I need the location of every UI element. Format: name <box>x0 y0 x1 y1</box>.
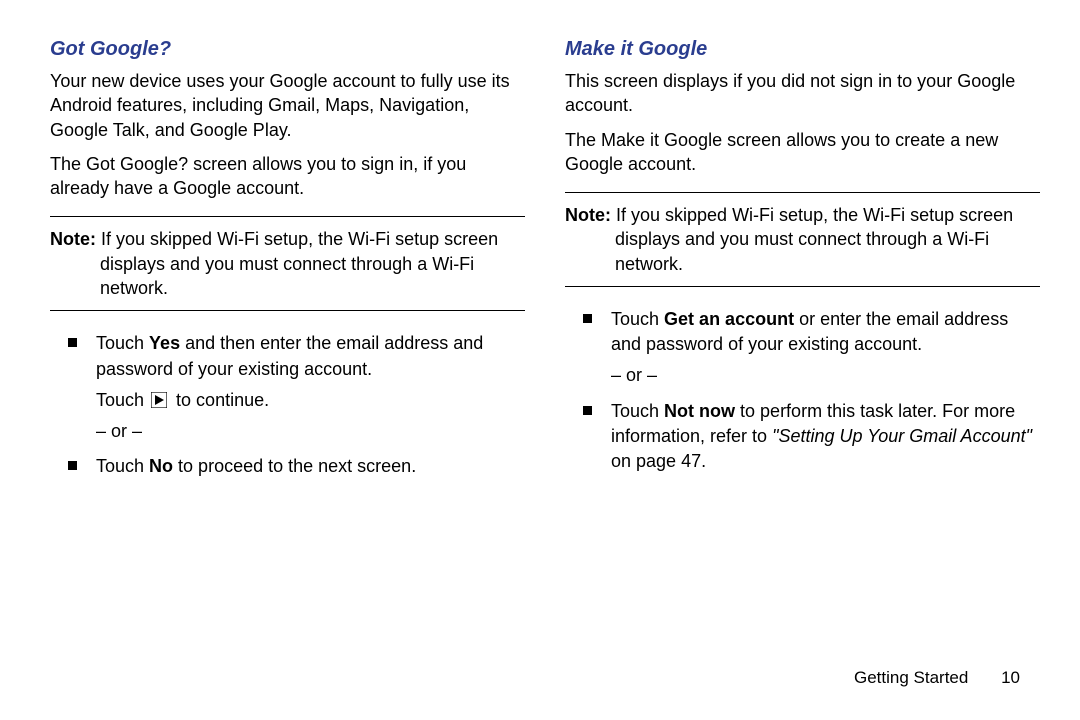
bold-no: No <box>149 456 173 476</box>
left-bullet-2: Touch No to proceed to the next screen. <box>50 454 525 479</box>
left-paragraph-1: Your new device uses your Google account… <box>50 69 525 142</box>
play-triangle-icon <box>151 392 167 408</box>
bold-yes: Yes <box>149 333 180 353</box>
text: Touch <box>611 309 664 329</box>
right-paragraph-2: The Make it Google screen allows you to … <box>565 128 1040 177</box>
heading-got-google: Got Google? <box>50 38 525 61</box>
right-note-label: Note: <box>565 205 611 225</box>
right-bullet-list: Touch Get an account or enter the email … <box>565 307 1040 484</box>
text: Touch <box>96 333 149 353</box>
left-sub-or: – or – <box>96 419 525 444</box>
right-sub-or: – or – <box>611 363 1040 388</box>
page-footer: Getting Started 10 <box>854 668 1020 688</box>
text: to continue. <box>171 390 269 410</box>
left-note-text: Note: If you skipped Wi-Fi setup, the Wi… <box>50 227 525 300</box>
left-bullet-list: Touch Yes and then enter the email addre… <box>50 331 525 489</box>
text: Touch <box>96 390 149 410</box>
right-note-body: If you skipped Wi-Fi setup, the Wi-Fi se… <box>611 205 1013 274</box>
right-paragraph-1: This screen displays if you did not sign… <box>565 69 1040 118</box>
right-note-block: Note: If you skipped Wi-Fi setup, the Wi… <box>565 192 1040 287</box>
left-note-body: If you skipped Wi-Fi setup, the Wi-Fi se… <box>96 229 498 298</box>
footer-section: Getting Started <box>854 668 968 687</box>
right-column: Make it Google This screen displays if y… <box>565 38 1040 650</box>
text: Touch <box>611 401 664 421</box>
footer-page-number: 10 <box>1001 668 1020 688</box>
text: Touch <box>96 456 149 476</box>
right-bullet-2: Touch Not now to perform this task later… <box>565 399 1040 475</box>
left-note-label: Note: <box>50 229 96 249</box>
italic-reference: "Setting Up Your Gmail Account" <box>772 426 1032 446</box>
right-bullet-1: Touch Get an account or enter the email … <box>565 307 1040 389</box>
left-bullet-1: Touch Yes and then enter the email addre… <box>50 331 525 444</box>
text: to proceed to the next screen. <box>173 456 416 476</box>
left-sub-continue: Touch to continue. <box>96 388 525 413</box>
right-note-text: Note: If you skipped Wi-Fi setup, the Wi… <box>565 203 1040 276</box>
bold-not-now: Not now <box>664 401 735 421</box>
bold-get-account: Get an account <box>664 309 794 329</box>
left-paragraph-2: The Got Google? screen allows you to sig… <box>50 152 525 201</box>
heading-make-it-google: Make it Google <box>565 38 1040 61</box>
left-note-block: Note: If you skipped Wi-Fi setup, the Wi… <box>50 216 525 311</box>
text: on page 47. <box>611 451 706 471</box>
left-column: Got Google? Your new device uses your Go… <box>50 38 525 650</box>
